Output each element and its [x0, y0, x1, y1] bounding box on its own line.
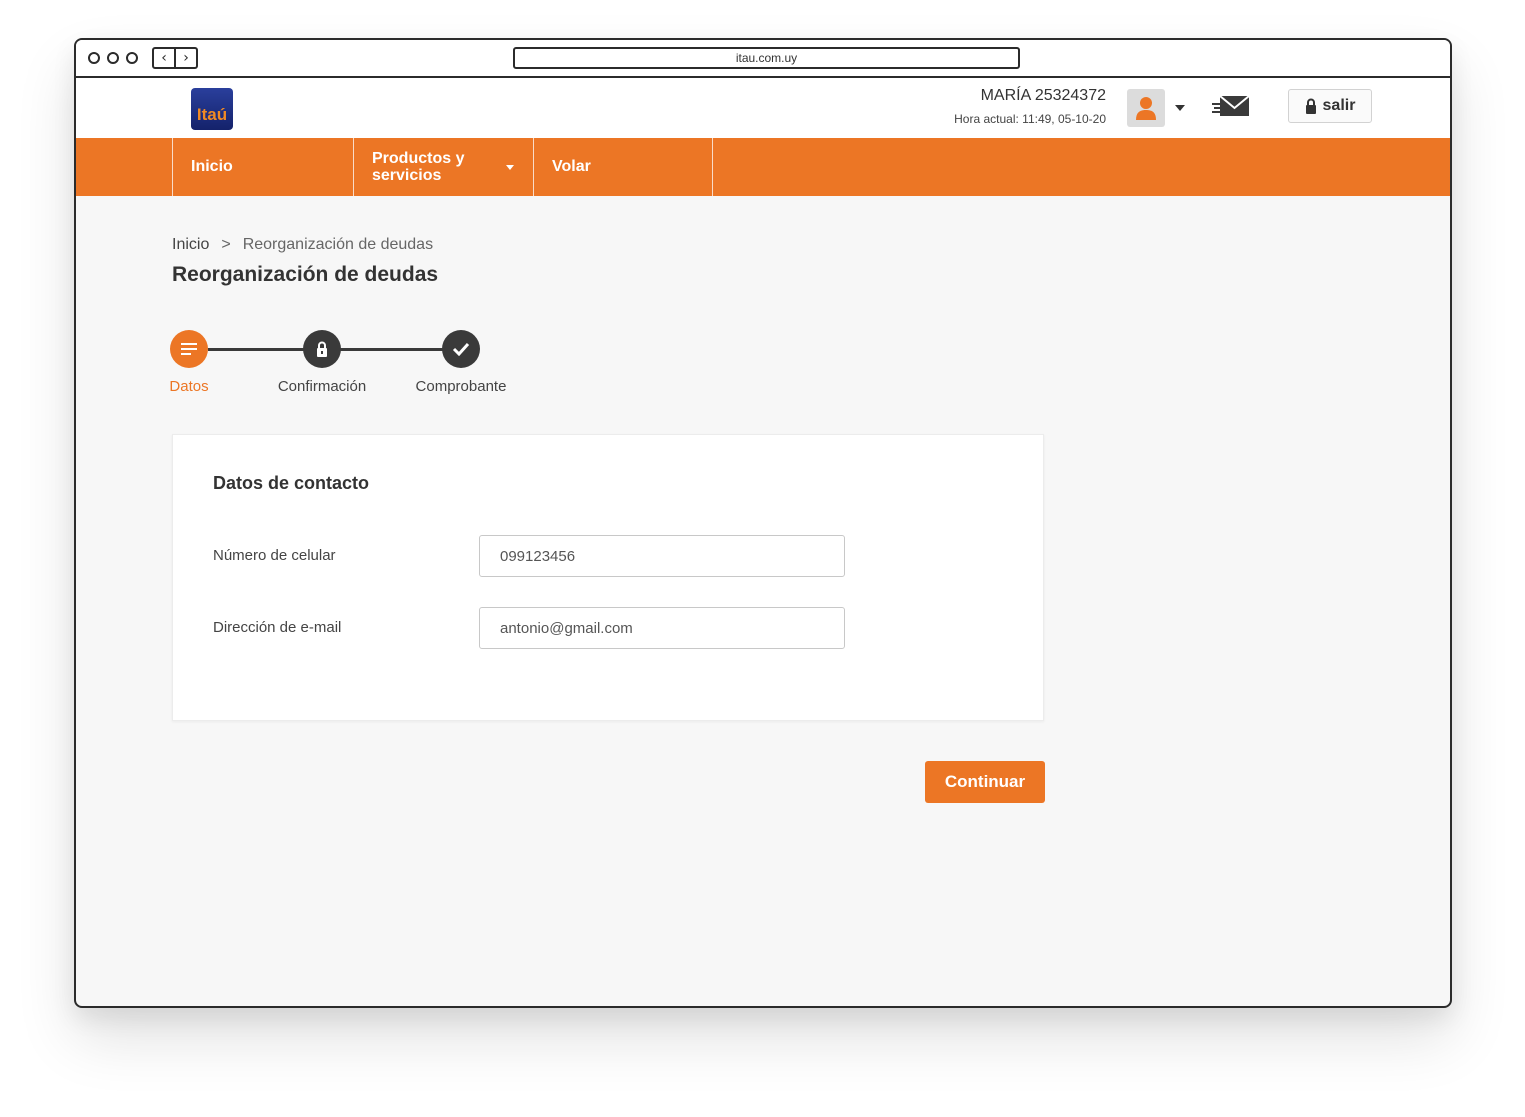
user-icon [1136, 97, 1156, 120]
logout-button[interactable]: salir [1288, 89, 1372, 123]
step-label-confirmacion: Confirmación [277, 378, 367, 395]
check-icon [452, 342, 470, 356]
continue-button[interactable]: Continuar [925, 761, 1045, 803]
itau-logo[interactable]: Itaú [191, 88, 233, 130]
browser-window: ‹ › itau.com.uy Itaú MARÍA 25324372 Hora… [74, 38, 1452, 1008]
logout-label: salir [1322, 97, 1356, 114]
step-label-comprobante: Comprobante [415, 378, 507, 395]
stepper-connector [340, 348, 444, 351]
lock-icon [317, 341, 327, 357]
page-title: Reorganización de deudas [172, 263, 439, 286]
nav-item-label: Volar [552, 158, 591, 175]
browser-nav-buttons: ‹ › [152, 47, 198, 69]
back-arrow-icon[interactable]: ‹ [154, 49, 176, 67]
step-label-datos: Datos [169, 378, 209, 395]
email-input[interactable] [479, 607, 845, 649]
window-close-dot[interactable] [88, 52, 100, 64]
nav-item-volar[interactable]: Volar [533, 138, 713, 196]
contact-form-card: Datos de contacto Número de celular Dire… [172, 434, 1044, 721]
mail-icon[interactable] [1212, 95, 1250, 117]
breadcrumb-home-link[interactable]: Inicio [172, 236, 209, 254]
stepper-connector [208, 348, 304, 351]
nav-item-label: Productos y servicios [372, 150, 465, 184]
site-header: Itaú MARÍA 25324372 Hora actual: 11:49, … [76, 78, 1450, 138]
url-bar[interactable]: itau.com.uy [513, 47, 1020, 69]
forward-arrow-icon[interactable]: › [176, 49, 196, 67]
lock-icon [1305, 98, 1316, 114]
user-name: MARÍA 25324372 [980, 87, 1106, 104]
user-avatar-button[interactable] [1127, 89, 1165, 127]
nav-item-productos-servicios[interactable]: Productos y servicios [353, 138, 534, 196]
window-maximize-dot[interactable] [126, 52, 138, 64]
step-comprobante-circle [442, 330, 480, 368]
chevron-down-icon [506, 165, 514, 170]
window-minimize-dot[interactable] [107, 52, 119, 64]
card-title: Datos de contacto [213, 473, 370, 493]
email-label: Dirección de e-mail [213, 619, 342, 636]
phone-label: Número de celular [213, 547, 336, 564]
breadcrumb-current: Reorganización de deudas [242, 236, 434, 253]
main-navigation: Inicio Productos y servicios Volar [76, 138, 1450, 196]
browser-chrome: ‹ › itau.com.uy [76, 40, 1450, 78]
breadcrumb-separator: > [221, 236, 231, 253]
user-menu-chevron-down-icon[interactable] [1175, 105, 1185, 111]
step-confirmacion-circle [303, 330, 341, 368]
list-icon [181, 343, 197, 355]
nav-item-label: Inicio [191, 158, 233, 175]
breadcrumb: Inicio > Reorganización de deudas [172, 236, 433, 254]
phone-input[interactable] [479, 535, 845, 577]
step-datos-circle [170, 330, 208, 368]
nav-item-inicio[interactable]: Inicio [172, 138, 353, 196]
current-time: Hora actual: 11:49, 05-10-20 [954, 112, 1106, 126]
